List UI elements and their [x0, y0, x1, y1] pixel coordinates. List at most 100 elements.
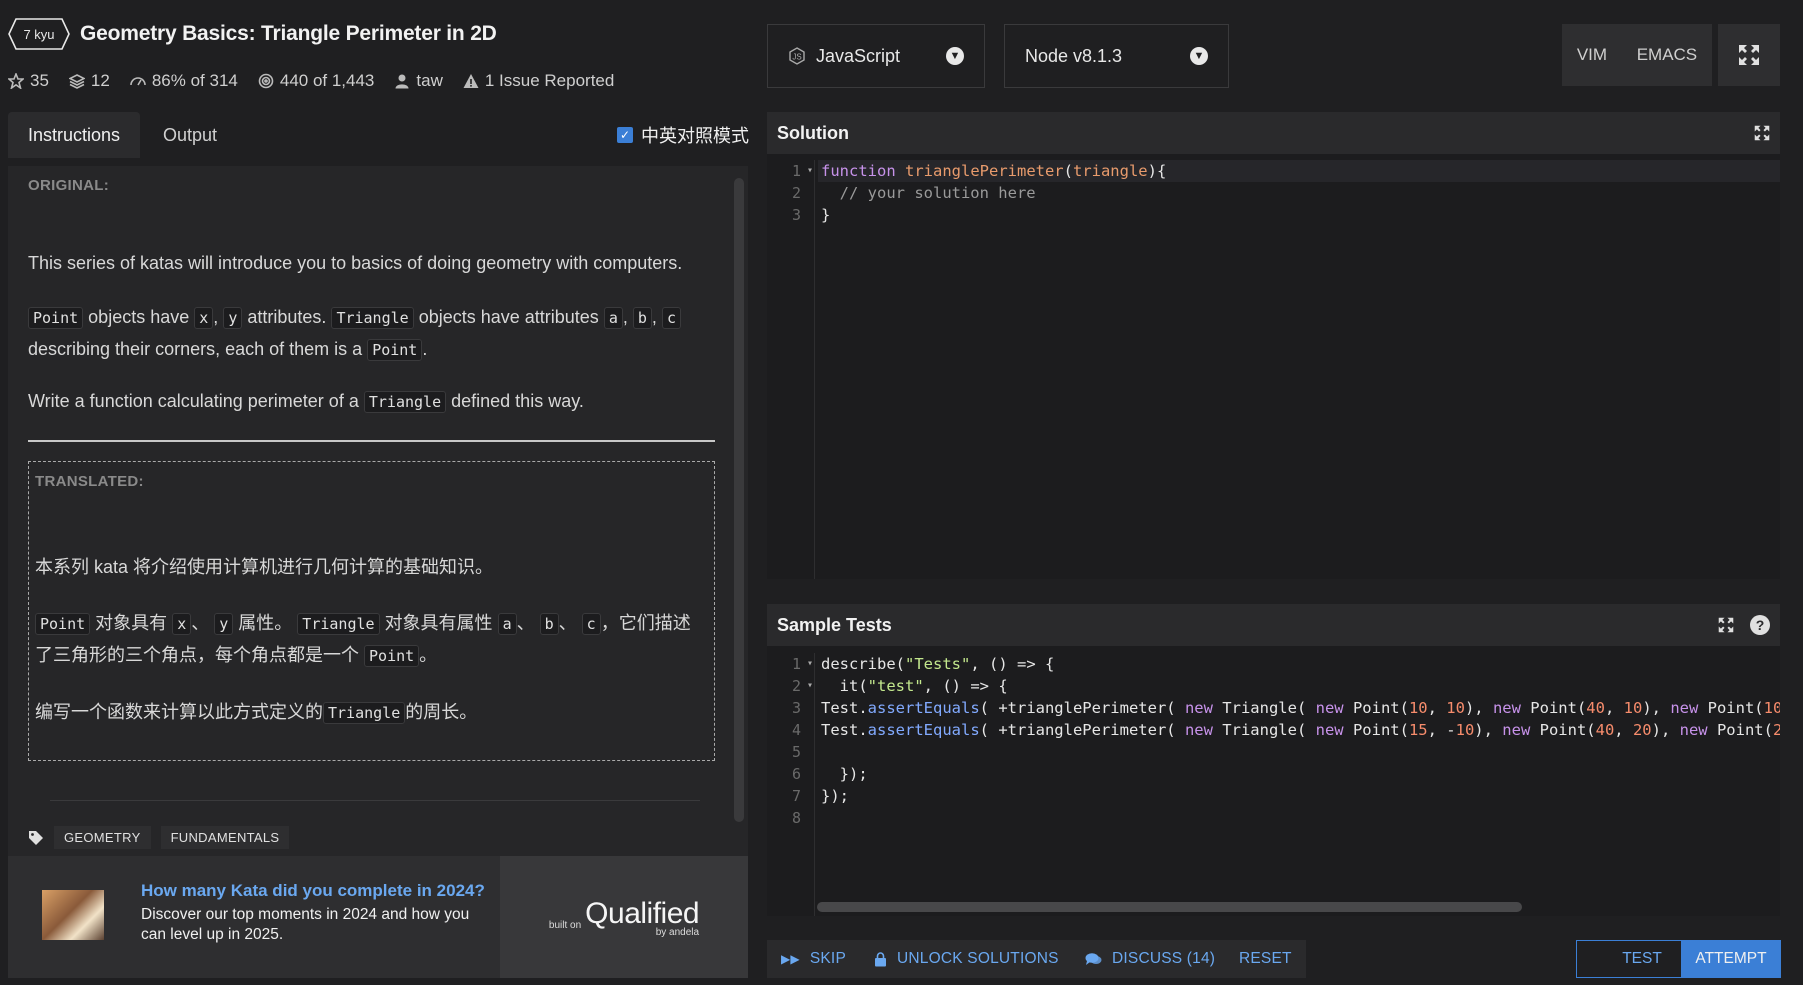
code-point: Point [28, 307, 84, 329]
translated-paragraph-1: 本系列 kata 将介绍使用计算机进行几何计算的基础知识。 [35, 557, 494, 577]
kata-title: Geometry Basics: Triangle Perimeter in 2… [80, 22, 497, 45]
solution-gutter: 1 ▾ 2 3 [767, 160, 815, 579]
user-icon [395, 74, 409, 89]
code-b: b [632, 307, 652, 329]
code-triangle: Triangle [323, 702, 406, 724]
promo-title-link[interactable]: How many Kata did you complete in 2024? [141, 881, 485, 901]
language-label: JavaScript [816, 45, 901, 66]
code-triangle: Triangle [297, 613, 380, 635]
kata-stats: 35 12 86% of 314 440 of 1,443 taw 1 Issu… [8, 70, 614, 92]
instructions-scrollbar[interactable] [734, 178, 744, 822]
gauge-icon [130, 77, 146, 86]
line-number: 4 [791, 721, 801, 739]
fold-arrow-icon: ▾ [806, 680, 813, 691]
comments-icon [1085, 953, 1102, 965]
language-select[interactable]: JS JavaScript ▼ [767, 24, 985, 88]
line-number: 5 [791, 743, 801, 761]
collections-stat[interactable]: 12 [68, 71, 110, 91]
sample-tests-title: Sample Tests [777, 614, 892, 635]
runtime-select[interactable]: Node v8.1.3 ▼ [1004, 24, 1229, 88]
code-c: c [661, 307, 681, 329]
qualified-logo: built on Qualified by andela [500, 856, 748, 978]
javascript-icon: JS [789, 47, 805, 65]
solution-header: Solution [767, 112, 1780, 154]
tests-horizontal-scrollbar[interactable] [817, 902, 1522, 912]
vim-mode-button[interactable]: VIM [1577, 45, 1607, 65]
lock-icon [875, 951, 886, 966]
unlock-solutions-button[interactable]: UNLOCK SOLUTIONS [860, 940, 1073, 978]
layers-icon [68, 74, 85, 89]
satisfaction-stat: 86% of 314 [130, 71, 238, 91]
code-point: Point [367, 339, 423, 361]
code-triangle: Triangle [363, 391, 447, 413]
warning-icon [463, 74, 479, 88]
line-number: 2 ▾ [791, 677, 813, 695]
code-c: c [581, 613, 601, 635]
target-icon [258, 73, 274, 89]
author-stat[interactable]: taw [394, 71, 443, 91]
fold-arrow-icon: ▾ [806, 165, 813, 176]
line-number: 1 ▾ [791, 162, 813, 180]
original-paragraph-3: Write a function calculating perimeter o… [28, 391, 584, 413]
code-a: a [603, 307, 623, 329]
code-y: y [214, 613, 234, 635]
tag-fundamentals[interactable]: FUNDAMENTALS [160, 826, 290, 849]
expand-icon [1739, 45, 1759, 65]
completed-stat: 440 of 1,443 [258, 71, 374, 91]
checkbox-checked-icon[interactable]: ✓ [617, 127, 633, 143]
fullscreen-button[interactable] [1718, 24, 1780, 86]
discuss-button[interactable]: DISCUSS (14) [1071, 940, 1230, 978]
tag-geometry[interactable]: GEOMETRY [54, 826, 151, 849]
tag-icon [29, 830, 43, 845]
divider [50, 800, 700, 801]
code-b: b [539, 613, 559, 635]
solution-code[interactable]: function trianglePerimeter(triangle){ //… [821, 160, 1166, 226]
code-triangle: Triangle [331, 307, 414, 329]
bilingual-label: 中英对照模式 [641, 126, 749, 146]
promo-description: Discover our top moments in 2024 and how… [141, 906, 470, 943]
line-number: 1 ▾ [791, 655, 813, 673]
expand-icon[interactable] [1754, 125, 1770, 141]
solution-title: Solution [777, 122, 849, 143]
issues-stat[interactable]: 1 Issue Reported [463, 71, 614, 91]
star-icon [8, 73, 24, 89]
code-a: a [497, 613, 517, 635]
stars-stat[interactable]: 35 [8, 71, 49, 91]
fast-forward-icon: ▶▶ [781, 952, 800, 966]
promo-image [42, 890, 104, 940]
fold-arrow-icon: ▾ [806, 658, 813, 669]
help-icon[interactable]: ? [1750, 615, 1770, 635]
code-point: Point [35, 613, 91, 635]
original-label: ORIGINAL: [28, 177, 110, 194]
code-x: x [172, 613, 192, 635]
line-number: 8 [791, 809, 801, 827]
reset-button[interactable]: RESET [1225, 940, 1306, 978]
tab-output[interactable]: Output [140, 112, 240, 158]
svg-text:JS: JS [792, 53, 801, 62]
bilingual-toggle[interactable]: ✓ 中英对照模式 [617, 122, 749, 148]
translated-label: TRANSLATED: [35, 473, 144, 490]
translated-paragraph-3: 编写一个函数来计算以此方式定义的 Triangle 的周长。 [35, 702, 478, 724]
line-number: 7 [791, 787, 801, 805]
line-number: 2 [791, 184, 801, 202]
expand-icon[interactable] [1718, 617, 1734, 633]
tag-list: GEOMETRY FUNDAMENTALS [28, 826, 290, 849]
runtime-label: Node v8.1.3 [1025, 45, 1123, 66]
sample-tests-header: Sample Tests ? [767, 604, 1780, 646]
line-number: 3 [791, 206, 801, 224]
tab-instructions[interactable]: Instructions [8, 112, 140, 158]
kyu-rank-badge: 7 kyu [8, 18, 70, 50]
original-paragraph-1: This series of katas will introduce you … [28, 253, 683, 273]
kyu-label: 7 kyu [23, 27, 54, 42]
attempt-button[interactable]: ATTEMPT [1681, 940, 1781, 978]
editor-mode-group: VIM EMACS [1562, 24, 1712, 86]
emacs-mode-button[interactable]: EMACS [1637, 45, 1697, 65]
line-number: 6 [791, 765, 801, 783]
chevron-down-icon: ▼ [946, 47, 964, 65]
code-x: x [194, 307, 214, 329]
code-point: Point [364, 645, 420, 667]
line-number: 3 [791, 699, 801, 717]
code-y: y [223, 307, 243, 329]
skip-button[interactable]: ▶▶ SKIP [767, 940, 860, 978]
tests-code[interactable]: describe("Tests", () => { it("test", () … [821, 653, 1780, 829]
